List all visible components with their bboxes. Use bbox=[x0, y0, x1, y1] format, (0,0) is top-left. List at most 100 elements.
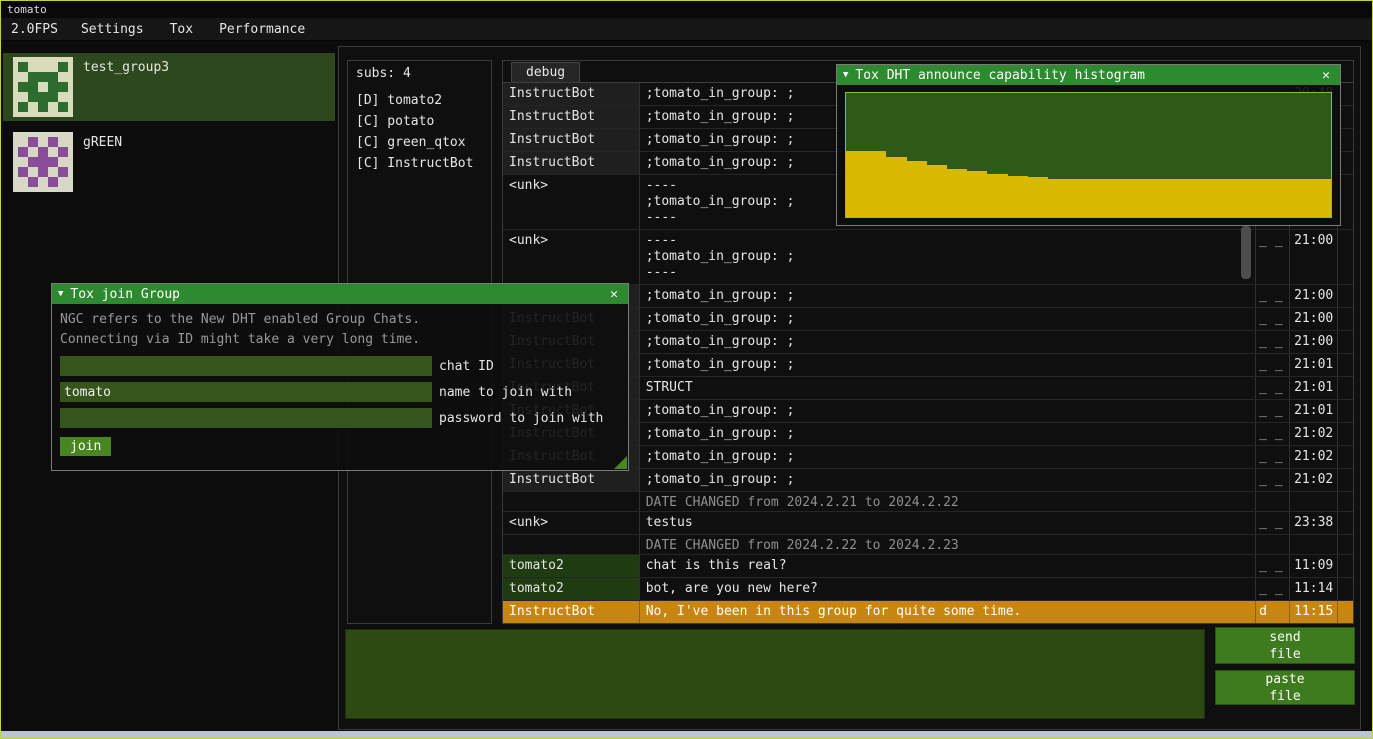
peer-item[interactable]: [C] potato bbox=[348, 111, 491, 132]
message-input[interactable] bbox=[345, 629, 1205, 719]
avatar-pixel bbox=[18, 72, 28, 82]
message-flags: _ _ bbox=[1256, 446, 1290, 468]
message-row[interactable]: DATE CHANGED from 2024.2.21 to 2024.2.22 bbox=[503, 492, 1353, 512]
peer-item[interactable]: [D] tomato2 bbox=[348, 90, 491, 111]
paste-file-button[interactable]: paste file bbox=[1215, 670, 1355, 705]
avatar-pixel bbox=[48, 167, 58, 177]
histogram-bar bbox=[1210, 179, 1230, 217]
avatar-pixel bbox=[58, 147, 68, 157]
histogram-bar bbox=[1230, 179, 1250, 217]
message-flags: _ _ bbox=[1256, 578, 1290, 600]
close-icon[interactable]: ✕ bbox=[1318, 68, 1334, 83]
join-input-name-to-join-with[interactable] bbox=[60, 382, 432, 402]
join-input-password-to-join-with[interactable] bbox=[60, 408, 432, 428]
message-row[interactable]: tomato2chat is this real?_ _11:09 bbox=[503, 555, 1353, 578]
message-row[interactable]: InstructBotNo, I've been in this group f… bbox=[503, 601, 1353, 623]
send-file-button[interactable]: send file bbox=[1215, 627, 1355, 664]
close-icon[interactable]: ✕ bbox=[606, 287, 622, 302]
menu-items: SettingsToxPerformance bbox=[68, 22, 318, 37]
histogram-bar bbox=[886, 157, 906, 217]
join-info-line-2: Connecting via ID might take a very long… bbox=[60, 330, 620, 350]
group-name: gREEN bbox=[83, 132, 122, 150]
message-time: 21:00 bbox=[1290, 285, 1338, 307]
collapse-icon[interactable]: ▼ bbox=[843, 70, 848, 80]
join-field-row: chat ID bbox=[60, 356, 620, 376]
message-row[interactable]: InstructBot;tomato_in_group: ;_ _21:02 bbox=[503, 469, 1353, 492]
histogram-bar bbox=[987, 174, 1007, 217]
peer-item[interactable]: [C] green_qtox bbox=[348, 132, 491, 153]
avatar-pixel bbox=[38, 167, 48, 177]
avatar-pixel bbox=[38, 82, 48, 92]
histogram-bar bbox=[1189, 179, 1209, 217]
avatar-pixel bbox=[18, 92, 28, 102]
avatar-pixel bbox=[58, 137, 68, 147]
resize-grip[interactable] bbox=[614, 456, 627, 469]
message-flags: _ _ bbox=[1256, 354, 1290, 376]
join-button[interactable]: join bbox=[60, 437, 111, 456]
message-row[interactable]: DATE CHANGED from 2024.2.22 to 2024.2.23 bbox=[503, 535, 1353, 555]
message-sender: InstructBot bbox=[503, 152, 640, 174]
menu-item-tox[interactable]: Tox bbox=[157, 22, 206, 37]
histogram-bar bbox=[1149, 179, 1169, 217]
row-filler bbox=[1338, 354, 1353, 376]
join-window-titlebar[interactable]: ▼ Tox join Group ✕ bbox=[52, 284, 628, 304]
message-time: 21:01 bbox=[1290, 400, 1338, 422]
message-row[interactable]: InstructBot;tomato_in_group: ;_ _21:00 bbox=[503, 308, 1353, 331]
message-sender: tomato2 bbox=[503, 555, 640, 577]
collapse-icon[interactable]: ▼ bbox=[58, 289, 63, 299]
histogram-bar bbox=[866, 151, 886, 217]
message-sender bbox=[503, 492, 640, 511]
avatar-pixel bbox=[28, 102, 38, 112]
histogram-bar bbox=[1250, 179, 1270, 217]
message-row[interactable]: InstructBot;tomato_in_group: ;_ _21:00 bbox=[503, 285, 1353, 308]
join-field-label: password to join with bbox=[439, 411, 603, 426]
join-group-window: ▼ Tox join Group ✕ NGC refers to the New… bbox=[51, 283, 629, 471]
chat-scrollbar-thumb[interactable] bbox=[1241, 226, 1251, 279]
message-time: 11:09 bbox=[1290, 555, 1338, 577]
peer-list: [D] tomato2[C] potato[C] green_qtox[C] I… bbox=[348, 90, 491, 174]
histogram-bar bbox=[846, 151, 866, 217]
histogram-bar bbox=[1048, 179, 1068, 217]
message-row[interactable]: InstructBotSTRUCT_ _21:01 bbox=[503, 377, 1353, 400]
avatar-pixel bbox=[28, 137, 38, 147]
message-text: ---- ;tomato_in_group: ; ---- bbox=[640, 230, 1256, 284]
tab-debug[interactable]: debug bbox=[511, 62, 580, 82]
join-input-chat-id[interactable] bbox=[60, 356, 432, 376]
avatar-pixel bbox=[38, 177, 48, 187]
histogram-bar bbox=[1311, 179, 1331, 217]
message-flags: _ _ bbox=[1256, 555, 1290, 577]
menu-item-performance[interactable]: Performance bbox=[206, 22, 318, 37]
message-row[interactable]: InstructBot;tomato_in_group: ;_ _21:02 bbox=[503, 423, 1353, 446]
message-text: testus bbox=[640, 512, 1256, 534]
message-row[interactable]: <unk>testus_ _23:38 bbox=[503, 512, 1353, 535]
message-time bbox=[1290, 492, 1338, 511]
avatar-pixel bbox=[38, 102, 48, 112]
menu-item-settings[interactable]: Settings bbox=[68, 22, 157, 37]
avatar-pixel bbox=[28, 92, 38, 102]
group-item-test_group3[interactable]: test_group3 bbox=[3, 53, 335, 121]
message-flags: _ _ bbox=[1256, 400, 1290, 422]
message-row[interactable]: InstructBot;tomato_in_group: ;_ _21:01 bbox=[503, 354, 1353, 377]
message-time: 23:38 bbox=[1290, 512, 1338, 534]
peer-item[interactable]: [C] InstructBot bbox=[348, 153, 491, 174]
message-row[interactable]: tomato2bot, are you new here?_ _11:14 bbox=[503, 578, 1353, 601]
window-titlebar[interactable]: tomato bbox=[1, 1, 1372, 18]
dht-histogram-plot bbox=[845, 92, 1332, 218]
message-flags bbox=[1256, 535, 1290, 554]
avatar-pixel bbox=[58, 167, 68, 177]
message-row[interactable]: <unk>---- ;tomato_in_group: ; ----_ _21:… bbox=[503, 230, 1353, 285]
avatar-pixel bbox=[58, 157, 68, 167]
join-window-title: Tox join Group bbox=[70, 287, 599, 302]
message-sender: InstructBot bbox=[503, 469, 640, 491]
message-text: ;tomato_in_group: ; bbox=[640, 400, 1256, 422]
histogram-window-titlebar[interactable]: ▼ Tox DHT announce capability histogram … bbox=[837, 65, 1340, 85]
avatar-pixel bbox=[58, 102, 68, 112]
histogram-bar bbox=[1169, 179, 1189, 217]
message-time: 21:00 bbox=[1290, 230, 1338, 284]
message-text: chat is this real? bbox=[640, 555, 1256, 577]
message-row[interactable]: InstructBot;tomato_in_group: ;_ _21:01 bbox=[503, 400, 1353, 423]
group-item-green[interactable]: gREEN bbox=[3, 128, 335, 196]
message-row[interactable]: InstructBot;tomato_in_group: ;_ _21:02 bbox=[503, 446, 1353, 469]
message-text: bot, are you new here? bbox=[640, 578, 1256, 600]
message-row[interactable]: InstructBot;tomato_in_group: ;_ _21:00 bbox=[503, 331, 1353, 354]
